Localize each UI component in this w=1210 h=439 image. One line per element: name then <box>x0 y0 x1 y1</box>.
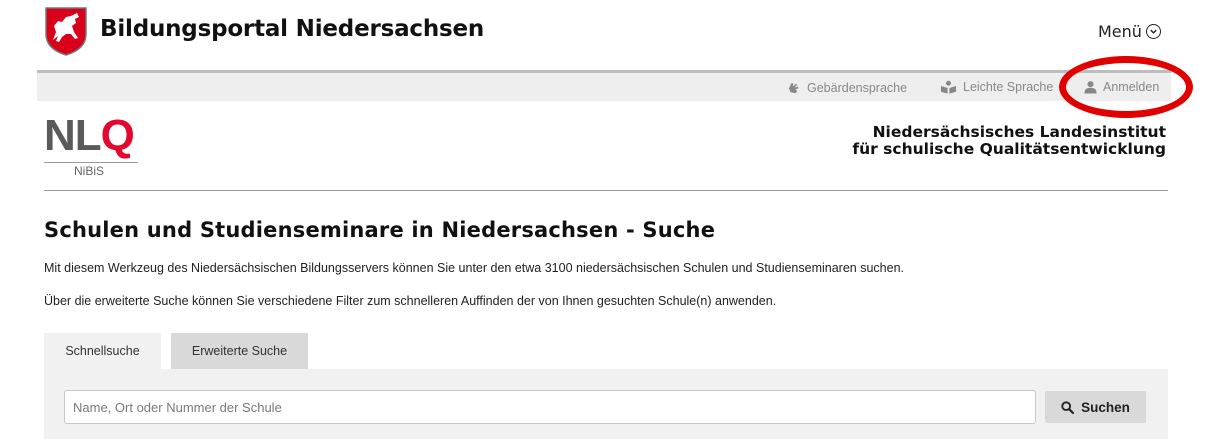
search-button[interactable]: Suchen <box>1045 391 1146 423</box>
site-header: Bildungsportal Niedersachsen Menü <box>0 0 1210 68</box>
accessibility-toolbar: Gebärdensprache Leichte Sprache Anmelden <box>37 73 1171 101</box>
toolbar-item-easy-language[interactable]: Leichte Sprache <box>940 80 1053 94</box>
toolbar-item-login[interactable]: Anmelden <box>1084 80 1159 94</box>
user-icon <box>1084 81 1097 94</box>
filter-note-text: Über die erweiterte Suche können Sie ver… <box>44 294 777 308</box>
toolbar-item-label: Leichte Sprache <box>963 80 1054 94</box>
easy-language-reader-icon <box>940 80 957 94</box>
logo-nl-text: NL <box>44 111 102 160</box>
institute-line-2: für schulische Qualitätsentwicklung <box>852 140 1166 158</box>
search-icon <box>1061 400 1075 414</box>
tab-quick-search[interactable]: Schnellsuche <box>44 333 161 369</box>
menu-button[interactable]: Menü <box>1098 22 1161 41</box>
nlq-logo[interactable]: NLQ <box>44 111 135 160</box>
portal-title[interactable]: Bildungsportal Niedersachsen <box>100 16 484 42</box>
search-button-label: Suchen <box>1081 399 1130 415</box>
toolbar-item-label: Gebärdensprache <box>807 80 908 95</box>
chevron-down-circle-icon <box>1145 24 1161 39</box>
lower-saxony-horse-crest-icon[interactable] <box>44 6 88 56</box>
page-title: Schulen und Studienseminare in Niedersac… <box>44 218 716 242</box>
nibis-label: NiBiS <box>74 164 105 178</box>
logo-underline <box>44 162 138 163</box>
toolbar-item-label: Anmelden <box>1103 80 1160 94</box>
institute-line-1: Niedersächsisches Landesinstitut <box>872 123 1166 141</box>
institute-name[interactable]: Niedersächsisches Landesinstitut für sch… <box>852 124 1166 158</box>
branding-divider <box>44 190 1168 191</box>
tab-advanced-search[interactable]: Erweiterte Suche <box>171 333 308 369</box>
sign-language-hand-icon <box>788 82 799 94</box>
toolbar-item-sign-language[interactable]: Gebärdensprache <box>786 80 907 95</box>
menu-label: Menü <box>1098 22 1142 41</box>
intro-text: Mit diesem Werkzeug des Niedersächsische… <box>44 261 904 275</box>
logo-q-text: Q <box>100 111 135 160</box>
school-search-input[interactable] <box>64 390 1036 424</box>
